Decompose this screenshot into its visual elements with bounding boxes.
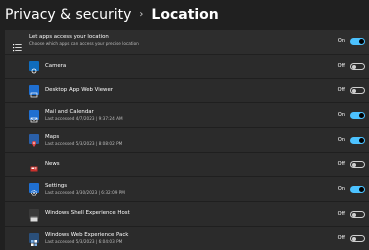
app-row-mail-and-calendar: Mail and Calendar Last accessed 4/7/2023… [5,103,369,128]
desktop-web-viewer-icon [29,85,39,98]
settings-gear-icon [29,183,39,196]
app-name: Desktop App Web Viewer [45,87,113,93]
list-icon [13,37,22,52]
toggle-knob [352,64,356,69]
breadcrumb-privacy-security[interactable]: Privacy & security [5,5,131,25]
settings-location-toggle[interactable] [350,186,365,193]
camera-app-icon [29,61,39,74]
news-location-toggle[interactable] [350,161,365,168]
app-row-camera: Camera Off [5,55,369,79]
app-row-maps: Maps Last accessed 5/3/2023 | 8:08:02 PM… [5,128,369,153]
app-row-news: News Off [5,153,369,177]
app-name: Camera [45,63,67,69]
web-experience-icon [29,233,39,246]
master-subtitle: Choose which apps can access your precis… [29,41,139,46]
master-state-label: On [337,38,345,44]
camera-location-toggle[interactable] [350,63,365,70]
toggle-knob [352,88,356,93]
app-row-windows-shell-experience-host: Windows Shell Experience Host Off [5,202,369,227]
app-state-label: Off [337,211,345,217]
last-accessed: Last accessed 5/3/2023 | 8:08:02 PM [45,141,123,146]
app-row-windows-web-experience-pack: Windows Web Experience Pack Last accesse… [5,227,369,250]
master-location-toggle[interactable] [350,38,365,45]
toggle-knob [352,162,356,167]
maps-location-toggle[interactable] [350,137,365,144]
toggle-knob [352,212,356,217]
app-row-settings: Settings Last accessed 3/30/2023 | 6:32:… [5,177,369,202]
app-state-label: Off [337,63,345,69]
let-apps-access-location-row[interactable]: Let apps access your location Choose whi… [5,30,369,54]
news-icon [29,159,39,172]
mail-calendar-icon [29,110,39,123]
toggle-knob [352,236,356,241]
app-state-label: On [337,186,345,192]
app-state-label: Off [337,87,345,93]
shell-host-icon [29,209,39,222]
app-name: News [45,161,60,167]
last-accessed: Last accessed 3/30/2023 | 6:32:09 PM [45,190,125,195]
last-accessed: Last accessed 5/3/2023 | 6:04:03 PM [45,239,123,244]
app-name: Windows Shell Experience Host [45,210,130,216]
page-title: Location [151,7,219,23]
mail-and-calendar-location-toggle[interactable] [350,112,365,119]
desktop-app-web-viewer-location-toggle[interactable] [350,87,365,94]
app-state-label: On [337,137,345,143]
app-name: Settings [45,183,68,189]
location-settings-page: Privacy & security › Location Let apps a… [0,0,369,250]
windows-web-experience-pack-location-toggle[interactable] [350,235,365,242]
maps-icon [29,134,39,147]
app-state-label: Off [337,161,345,167]
windows-shell-experience-host-location-toggle[interactable] [350,211,365,218]
toggle-knob [359,113,364,118]
app-name: Mail and Calendar [45,109,94,115]
toggle-knob [359,187,364,192]
breadcrumb: Privacy & security › Location [5,5,219,25]
app-state-label: Off [337,235,345,241]
app-state-label: On [337,112,345,118]
master-title: Let apps access your location [29,34,109,40]
app-name: Maps [45,134,60,140]
chevron-right-icon: › [139,9,144,20]
app-name: Windows Web Experience Pack [45,232,129,238]
last-accessed: Last accessed 4/7/2023 | 9:37:24 AM [45,116,123,121]
toggle-knob [359,138,364,143]
toggle-knob [359,39,364,44]
app-row-desktop-app-web-viewer: Desktop App Web Viewer Off [5,79,369,103]
